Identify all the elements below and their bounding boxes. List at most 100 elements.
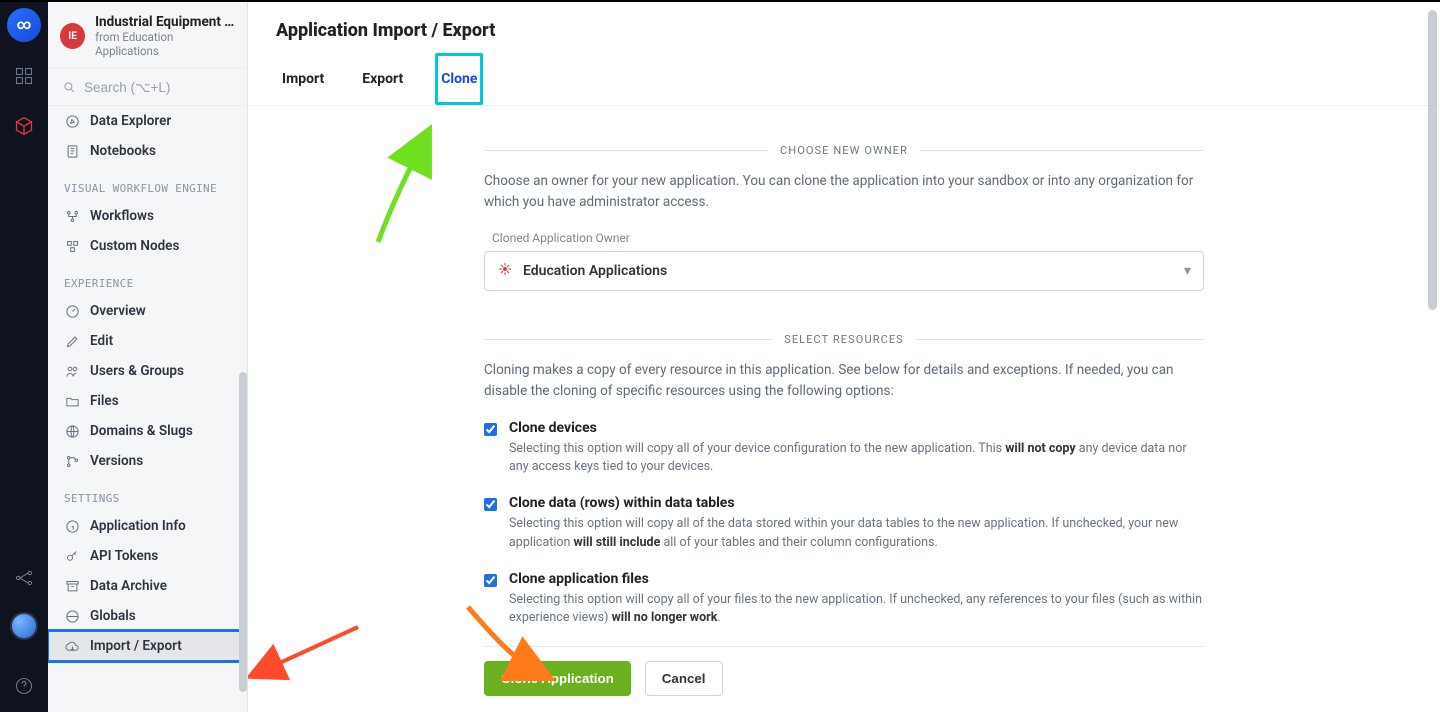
sidebar-item-users-groups[interactable]: Users & Groups bbox=[48, 356, 247, 386]
option-desc-data: Selecting this option will copy all of t… bbox=[509, 515, 1204, 553]
sidebar-label: Users & Groups bbox=[90, 363, 184, 379]
tabs: Import Export Clone bbox=[248, 53, 1440, 106]
branch-icon bbox=[64, 453, 80, 469]
clone-application-button[interactable]: Clone Application bbox=[484, 661, 631, 696]
app-title: Industrial Equipment … bbox=[95, 14, 235, 30]
main-scrollbar[interactable] bbox=[1424, 6, 1440, 708]
sidebar-item-data-explorer[interactable]: Data Explorer bbox=[48, 106, 247, 136]
option-clone-files: Clone application files Selecting this o… bbox=[484, 571, 1204, 629]
section-label-settings: SETTINGS bbox=[48, 476, 247, 511]
sidebar-label: Workflows bbox=[90, 208, 154, 224]
workflow-icon bbox=[64, 208, 80, 224]
checkbox-clone-devices[interactable] bbox=[484, 422, 497, 437]
resources-description: Cloning makes a copy of every resource i… bbox=[484, 360, 1204, 402]
org-icon bbox=[497, 261, 513, 281]
sidebar-label: Data Explorer bbox=[90, 113, 171, 129]
app-subtitle: from Education Applications bbox=[95, 30, 235, 58]
owner-select-value: Education Applications bbox=[523, 263, 667, 279]
sidebar-label: Custom Nodes bbox=[90, 238, 179, 254]
help-icon bbox=[14, 676, 34, 696]
sidebar-label: Notebooks bbox=[90, 143, 156, 159]
globe-icon bbox=[64, 423, 80, 439]
sidebar-item-app-info[interactable]: Application Info bbox=[48, 511, 247, 541]
checkbox-clone-files[interactable] bbox=[484, 573, 497, 588]
option-desc-files: Selecting this option will copy all of y… bbox=[509, 591, 1204, 629]
sidebar-item-versions[interactable]: Versions bbox=[48, 446, 247, 476]
sidebar-item-api-tokens[interactable]: API Tokens bbox=[48, 541, 247, 571]
globe2-icon bbox=[64, 608, 80, 624]
option-title-data: Clone data (rows) within data tables bbox=[509, 495, 1204, 511]
sidebar-label: Edit bbox=[90, 333, 113, 349]
cube-icon bbox=[14, 116, 34, 136]
cloud-transfer-icon bbox=[64, 638, 80, 654]
nodes-icon bbox=[64, 238, 80, 254]
notebook-icon bbox=[64, 143, 80, 159]
sidebar-label: Versions bbox=[90, 453, 143, 469]
sidebar: IE Industrial Equipment … from Education… bbox=[48, 2, 248, 712]
section-label-experience: EXPERIENCE bbox=[48, 261, 247, 296]
app-badge: IE bbox=[60, 23, 85, 49]
brand-logo-icon[interactable]: ∞ bbox=[7, 8, 41, 42]
sidebar-item-import-export[interactable]: Import / Export bbox=[48, 631, 247, 661]
section-header-resources-text: SELECT RESOURCES bbox=[784, 333, 904, 346]
sidebar-label: Import / Export bbox=[90, 638, 182, 654]
sidebar-item-files[interactable]: Files bbox=[48, 386, 247, 416]
network-icon bbox=[14, 568, 34, 588]
logo-glyph: ∞ bbox=[17, 17, 32, 33]
option-title-devices: Clone devices bbox=[509, 420, 1204, 436]
field-label-owner: Cloned Application Owner bbox=[492, 231, 1204, 245]
tab-export[interactable]: Export bbox=[356, 53, 409, 105]
owner-description: Choose an owner for your new application… bbox=[484, 171, 1204, 213]
compass-icon bbox=[64, 113, 80, 129]
sidebar-label: Files bbox=[90, 393, 119, 409]
sidebar-item-workflows[interactable]: Workflows bbox=[48, 201, 247, 231]
section-label-workflow: VISUAL WORKFLOW ENGINE bbox=[48, 166, 247, 201]
rail-item-network[interactable] bbox=[8, 562, 40, 594]
info-icon bbox=[64, 518, 80, 534]
sidebar-label: Overview bbox=[90, 303, 146, 319]
option-desc-devices: Selecting this option will copy all of y… bbox=[509, 440, 1204, 478]
tab-clone[interactable]: Clone bbox=[435, 53, 483, 105]
search-input[interactable] bbox=[84, 80, 233, 95]
pencil-icon bbox=[64, 333, 80, 349]
rail-item-apps[interactable] bbox=[8, 110, 40, 142]
section-header-resources: SELECT RESOURCES bbox=[484, 333, 1204, 346]
sidebar-item-edit[interactable]: Edit bbox=[48, 326, 247, 356]
nav-rail: ∞ bbox=[0, 2, 48, 712]
tab-import[interactable]: Import bbox=[276, 53, 330, 105]
dashboard-icon bbox=[14, 66, 34, 86]
checkbox-clone-data[interactable] bbox=[484, 497, 497, 512]
sidebar-label: Application Info bbox=[90, 518, 186, 534]
page-title: Application Import / Export bbox=[248, 2, 1440, 53]
rail-item-dashboard[interactable] bbox=[8, 60, 40, 92]
sidebar-label: Data Archive bbox=[90, 578, 167, 594]
sidebar-item-custom-nodes[interactable]: Custom Nodes bbox=[48, 231, 247, 261]
user-avatar[interactable] bbox=[10, 612, 38, 640]
option-title-files: Clone application files bbox=[509, 571, 1204, 587]
sidebar-label: Domains & Slugs bbox=[90, 423, 193, 439]
rail-item-help[interactable] bbox=[8, 670, 40, 702]
sidebar-label: Globals bbox=[90, 608, 136, 624]
search-row[interactable] bbox=[48, 69, 247, 106]
sidebar-item-domains[interactable]: Domains & Slugs bbox=[48, 416, 247, 446]
users-icon bbox=[64, 363, 80, 379]
option-clone-devices: Clone devices Selecting this option will… bbox=[484, 420, 1204, 478]
sidebar-label: API Tokens bbox=[90, 548, 158, 564]
cancel-button[interactable]: Cancel bbox=[645, 661, 723, 696]
sidebar-item-notebooks[interactable]: Notebooks bbox=[48, 136, 247, 166]
sidebar-item-globals[interactable]: Globals bbox=[48, 601, 247, 631]
gauge-icon bbox=[64, 303, 80, 319]
sidebar-item-data-archive[interactable]: Data Archive bbox=[48, 571, 247, 601]
owner-select[interactable]: Education Applications ▾ bbox=[484, 251, 1204, 291]
sidebar-scrollbar[interactable] bbox=[239, 372, 247, 692]
chevron-down-icon: ▾ bbox=[1184, 263, 1191, 279]
footer-actions: Clone Application Cancel bbox=[484, 646, 1204, 696]
key-icon bbox=[64, 548, 80, 564]
folder-icon bbox=[64, 393, 80, 409]
search-icon bbox=[62, 79, 76, 95]
sidebar-item-overview[interactable]: Overview bbox=[48, 296, 247, 326]
app-header[interactable]: IE Industrial Equipment … from Education… bbox=[48, 2, 247, 69]
main: Application Import / Export Import Expor… bbox=[248, 2, 1440, 712]
section-header-owner: CHOOSE NEW OWNER bbox=[484, 144, 1204, 157]
section-header-owner-text: CHOOSE NEW OWNER bbox=[780, 144, 908, 157]
